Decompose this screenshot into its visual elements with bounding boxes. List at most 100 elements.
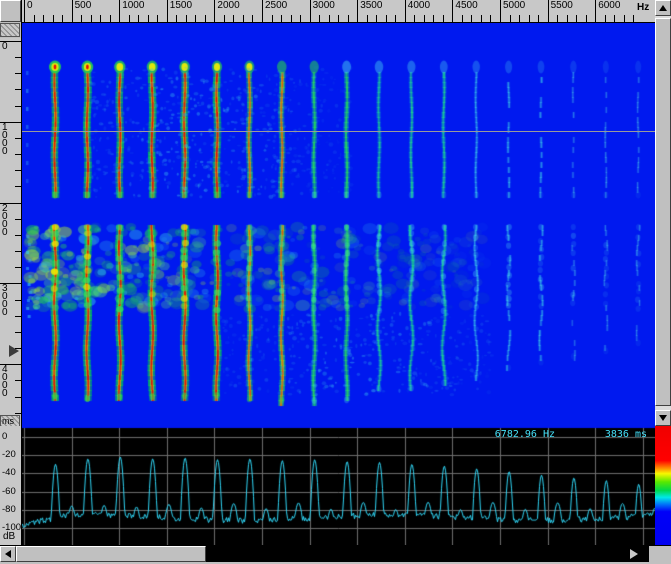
freq-minor-tick	[233, 15, 234, 22]
right-arrow-icon[interactable]	[630, 549, 638, 559]
freq-major-tick	[167, 0, 168, 22]
freq-minor-tick	[252, 15, 253, 22]
freq-major-tick	[595, 0, 596, 22]
db-label: -40	[2, 468, 16, 478]
freq-ruler-label: 6000	[598, 1, 620, 11]
freq-major-tick	[548, 0, 549, 22]
readout-frequency: 6782.96 Hz	[495, 430, 555, 440]
time-ruler-label: 1 0 0 0	[2, 124, 8, 156]
freq-ruler-label: 2500	[265, 1, 287, 11]
freq-minor-tick	[243, 15, 244, 22]
freq-ruler-label: 0	[27, 1, 33, 11]
readout-time: 3836 ms	[605, 430, 647, 440]
corner-button	[0, 0, 21, 22]
freq-minor-tick	[633, 15, 634, 22]
freq-minor-tick	[81, 15, 82, 22]
scroll-down-button[interactable]	[655, 410, 671, 426]
freq-minor-tick	[338, 15, 339, 22]
freq-minor-tick	[138, 15, 139, 22]
v-scroll-thumb[interactable]	[655, 18, 671, 406]
freq-minor-tick	[319, 15, 320, 22]
freq-ruler-label: 2000	[217, 1, 239, 11]
freq-minor-tick	[614, 15, 615, 22]
db-unit-label: dB	[3, 532, 15, 542]
freq-minor-tick	[291, 15, 292, 22]
freq-minor-tick	[148, 15, 149, 22]
freq-ruler-label: 5500	[551, 1, 573, 11]
freq-minor-tick	[386, 15, 387, 22]
freq-minor-tick	[224, 15, 225, 22]
freq-minor-tick	[557, 15, 558, 22]
time-ruler-label: 3 0 0 0	[2, 285, 8, 317]
freq-major-tick	[119, 0, 120, 22]
freq-minor-tick	[110, 15, 111, 22]
bottom-right-corner	[649, 546, 671, 562]
freq-minor-tick	[272, 15, 273, 22]
left-arrow-icon	[5, 550, 11, 558]
freq-minor-tick	[100, 15, 101, 22]
freq-minor-tick	[605, 15, 606, 22]
db-label: -20	[2, 450, 16, 460]
freq-major-tick	[72, 0, 73, 22]
ms-unit-label: ms	[2, 417, 14, 426]
freq-minor-tick	[586, 15, 587, 22]
freq-ruler-label: 4500	[455, 1, 477, 11]
spectrum-canvas	[22, 426, 655, 545]
db-ruler: dB 0-20-40-60-80-100	[0, 426, 21, 545]
time-ruler-label: 2 0 0 0	[2, 205, 8, 237]
freq-major-tick	[214, 0, 215, 22]
spectrum-panel: 6782.96 Hz 3836 ms	[22, 426, 655, 545]
freq-minor-tick	[576, 15, 577, 22]
freq-minor-tick	[205, 15, 206, 22]
freq-minor-tick	[62, 15, 63, 22]
freq-ruler-label: 5000	[503, 1, 525, 11]
freq-major-tick	[310, 0, 311, 22]
panel-divider-vertical	[21, 0, 22, 545]
spectrogram-app-window: Hz 0500100015002000250030003500400045005…	[0, 0, 671, 564]
freq-minor-tick	[481, 15, 482, 22]
playhead-marker[interactable]	[9, 345, 19, 357]
freq-minor-tick	[567, 15, 568, 22]
freq-minor-tick	[129, 15, 130, 22]
freq-minor-tick	[176, 15, 177, 22]
time-ruler: 01 0 0 02 0 0 03 0 0 04 0 0 0	[0, 38, 21, 415]
scroll-up-button[interactable]	[655, 0, 671, 16]
freq-minor-tick	[538, 15, 539, 22]
freq-minor-tick	[519, 15, 520, 22]
freq-ruler-label: 1500	[170, 1, 192, 11]
freq-major-tick	[357, 0, 358, 22]
freq-major-tick	[24, 0, 25, 22]
freq-ruler-label: 500	[75, 1, 92, 11]
freq-minor-tick	[510, 15, 511, 22]
freq-major-tick	[262, 0, 263, 22]
vertical-scrollbar[interactable]	[655, 0, 671, 426]
h-scroll-thumb[interactable]	[16, 546, 206, 562]
ruler-bottom-divider	[22, 22, 655, 23]
freq-minor-tick	[443, 15, 444, 22]
intensity-colorbar	[655, 426, 671, 545]
freq-major-tick	[452, 0, 453, 22]
freq-minor-tick	[367, 15, 368, 22]
freq-minor-tick	[34, 15, 35, 22]
freq-minor-tick	[433, 15, 434, 22]
spectrogram-canvas[interactable]	[22, 23, 655, 426]
freq-minor-tick	[329, 15, 330, 22]
freq-minor-tick	[281, 15, 282, 22]
freq-minor-tick	[157, 15, 158, 22]
freq-minor-tick	[300, 15, 301, 22]
up-arrow-icon	[659, 5, 667, 11]
freq-unit-label: Hz	[637, 3, 649, 13]
freq-minor-tick	[529, 15, 530, 22]
freq-ruler-label: 3000	[313, 1, 335, 11]
freq-minor-tick	[376, 15, 377, 22]
freq-ruler-label: 1000	[122, 1, 144, 11]
db-label: -60	[2, 487, 16, 497]
freq-minor-tick	[91, 15, 92, 22]
time-ruler-label: 0	[2, 43, 8, 51]
freq-minor-tick	[462, 15, 463, 22]
scroll-left-button[interactable]	[0, 546, 16, 562]
freq-minor-tick	[195, 15, 196, 22]
freq-ruler-label: 4000	[408, 1, 430, 11]
freq-minor-tick	[414, 15, 415, 22]
horizontal-scrollbar[interactable]	[0, 546, 649, 562]
